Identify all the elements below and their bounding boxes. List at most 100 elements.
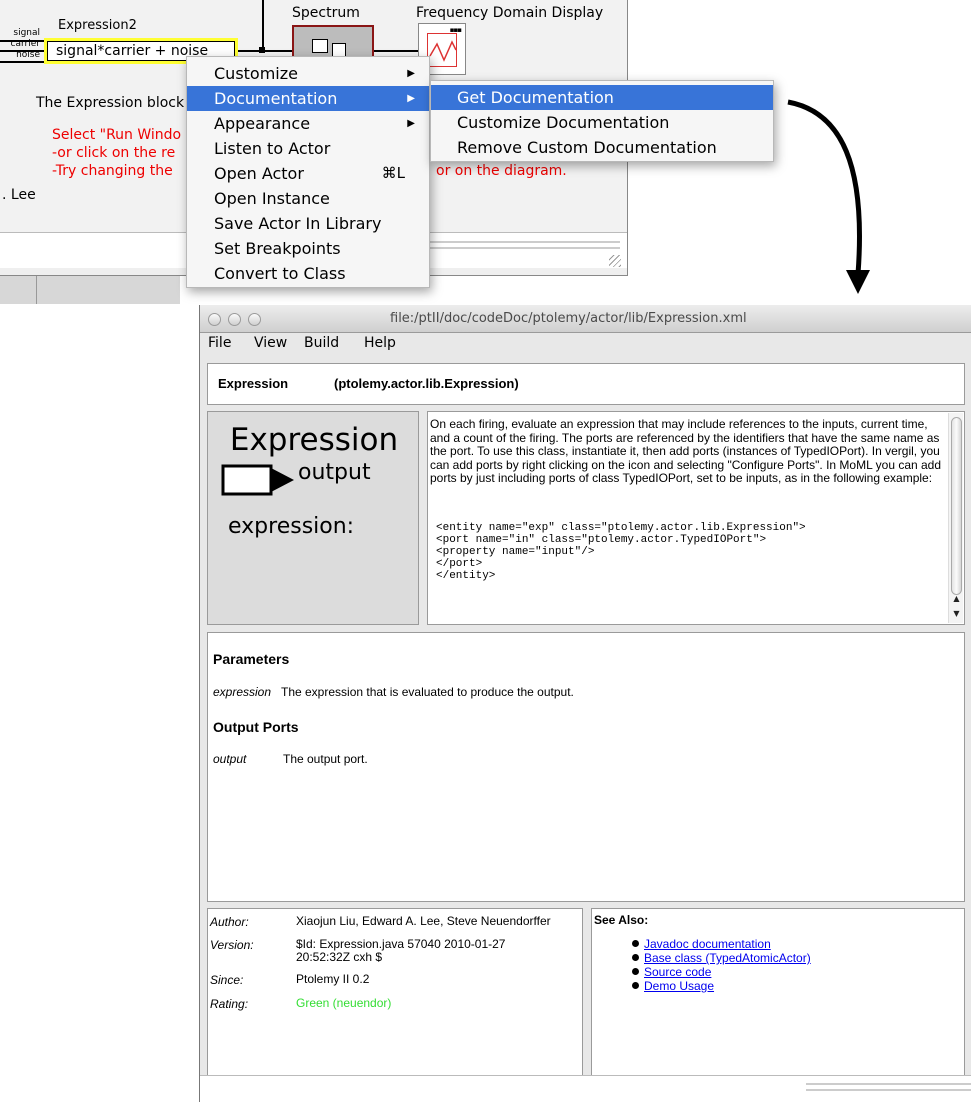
menu-help[interactable]: Help	[364, 335, 396, 351]
menu-item-documentation[interactable]: Documentation ▶	[187, 86, 429, 111]
source-code-link[interactable]: Source code	[644, 965, 711, 979]
spectrum-output-wire	[374, 50, 418, 52]
actor-name: Expression	[218, 376, 289, 391]
description-panel[interactable]: On each firing, evaluate an expression t…	[427, 411, 965, 625]
menu-item-get-documentation[interactable]: Get Documentation	[431, 85, 773, 110]
menu-item-label: Get Documentation	[457, 88, 614, 107]
port-label-signal: signal	[13, 28, 40, 38]
submenu-arrow-icon: ▶	[407, 118, 415, 129]
relation-wire	[262, 0, 264, 48]
menu-item-listen-to-actor[interactable]: Listen to Actor	[187, 136, 429, 161]
annotation-line: Select "Run Windo	[52, 127, 182, 143]
menu-build[interactable]: Build	[304, 335, 339, 351]
resize-grip-icon[interactable]	[609, 255, 621, 267]
annotation-line-tail: or on the diagram.	[436, 163, 567, 179]
menu-item-save-actor-in-library[interactable]: Save Actor In Library	[187, 211, 429, 236]
expression-actor-title: Expression2	[58, 18, 137, 33]
spectrum-label: Spectrum	[292, 5, 360, 21]
submenu-arrow-icon: ▶	[407, 68, 415, 79]
menu-item-label: Customize	[214, 64, 298, 83]
scroll-down-arrow-icon[interactable]: ▼	[949, 608, 964, 620]
moml-code-example: <entity name="exp" class="ptolemy.actor.…	[436, 522, 806, 582]
fdd-label: Frequency Domain Display	[416, 5, 604, 21]
bullet-icon	[632, 982, 639, 989]
groove-line	[806, 1089, 971, 1091]
zoom-window-button[interactable]	[248, 313, 261, 326]
bullet-icon	[632, 940, 639, 947]
demo-usage-link[interactable]: Demo Usage	[644, 979, 714, 993]
menu-item-open-actor[interactable]: Open Actor ⌘L	[187, 161, 429, 186]
version-value: $Id: Expression.java 57040 2010-01-27 20…	[296, 937, 506, 964]
menu-item-label: Set Breakpoints	[214, 239, 341, 258]
documentation-submenu: Get Documentation Customize Documentatio…	[430, 80, 774, 162]
port-description: The output port.	[283, 752, 368, 766]
author-value: Xiaojun Liu, Edward A. Lee, Steve Neuend…	[296, 914, 551, 928]
actor-description: On each firing, evaluate an expression t…	[430, 417, 942, 485]
vertical-scrollbar[interactable]: ▲ ▼	[948, 413, 963, 623]
annotation-line: -Try changing the	[52, 163, 173, 179]
menu-item-appearance[interactable]: Appearance ▶	[187, 111, 429, 136]
ports-parameters-panel: Parameters expression The expression tha…	[207, 632, 965, 902]
output-wire	[238, 50, 298, 52]
menu-item-customize-documentation[interactable]: Customize Documentation	[431, 110, 773, 135]
rating-value: Green (neuendor)	[296, 996, 392, 1010]
see-also-item: Base class (TypedAtomicActor)	[632, 951, 811, 965]
library-pane	[0, 276, 180, 304]
noise-wire	[0, 61, 46, 63]
window-titlebar[interactable]: file:/ptII/doc/codeDoc/ptolemy/actor/lib…	[200, 305, 971, 333]
port-name: output	[213, 752, 247, 766]
javadoc-link[interactable]: Javadoc documentation	[644, 937, 771, 951]
menu-item-customize[interactable]: Customize ▶	[187, 61, 429, 86]
see-also-item: Source code	[632, 965, 711, 979]
icon-output-arrow	[271, 468, 294, 492]
menu-item-open-instance[interactable]: Open Instance	[187, 186, 429, 211]
see-also-item: Demo Usage	[632, 979, 714, 993]
parameter-name: expression	[213, 685, 272, 699]
menu-file[interactable]: File	[208, 335, 231, 351]
output-ports-heading: Output Ports	[213, 719, 299, 735]
spectrum-icon-block	[312, 39, 328, 53]
since-label: Since:	[210, 973, 244, 987]
menu-view[interactable]: View	[254, 335, 287, 351]
bullet-icon	[632, 954, 639, 961]
menu-item-convert-to-class[interactable]: Convert to Class	[187, 261, 429, 286]
doc-annotation: The Expression block	[36, 95, 185, 111]
callout-arrow-icon	[787, 99, 870, 294]
menu-bar: File View Build Help	[200, 333, 971, 355]
see-also-heading: See Also:	[594, 913, 649, 927]
minimize-window-button[interactable]	[228, 313, 241, 326]
menu-item-label: Open Instance	[214, 189, 330, 208]
menu-item-label: Documentation	[214, 89, 338, 108]
menu-item-label: Save Actor In Library	[214, 214, 382, 233]
menu-item-set-breakpoints[interactable]: Set Breakpoints	[187, 236, 429, 261]
scrollbar-thumb[interactable]	[951, 417, 962, 595]
base-class-link[interactable]: Base class (TypedAtomicActor)	[644, 951, 811, 965]
relation-vertex[interactable]	[259, 47, 265, 53]
icon-port-label: output	[298, 460, 371, 485]
parameters-heading: Parameters	[213, 651, 290, 667]
author-annotation: . Lee	[2, 187, 36, 203]
submenu-arrow-icon: ▶	[407, 93, 415, 104]
menu-item-label: Customize Documentation	[457, 113, 670, 132]
see-also-panel: See Also: Javadoc documentation Base cla…	[591, 908, 965, 1102]
actor-icon-panel: Expression output expression:	[207, 411, 419, 625]
pane-divider	[36, 276, 37, 304]
metadata-panel: Author: Xiaojun Liu, Edward A. Lee, Stev…	[207, 908, 583, 1102]
window-title: file:/ptII/doc/codeDoc/ptolemy/actor/lib…	[390, 311, 747, 326]
menu-shortcut: ⌘L	[381, 164, 405, 182]
window-status-bar	[200, 1075, 971, 1102]
menu-item-label: Remove Custom Documentation	[457, 138, 717, 157]
menu-item-remove-custom-documentation[interactable]: Remove Custom Documentation	[431, 135, 773, 160]
see-also-item: Javadoc documentation	[632, 937, 771, 951]
icon-param-label: expression:	[228, 514, 354, 539]
menu-item-label: Listen to Actor	[214, 139, 331, 158]
documentation-window: file:/ptII/doc/codeDoc/ptolemy/actor/lib…	[199, 305, 971, 1102]
scroll-up-arrow-icon[interactable]: ▲	[949, 593, 964, 605]
version-label: Version:	[210, 938, 254, 952]
rating-label: Rating:	[210, 997, 249, 1011]
since-value: Ptolemy II 0.2	[296, 972, 370, 986]
actor-class: (ptolemy.actor.lib.Expression)	[334, 376, 519, 391]
groove-line	[430, 241, 620, 243]
icon-title: Expression	[230, 422, 398, 458]
close-window-button[interactable]	[208, 313, 221, 326]
